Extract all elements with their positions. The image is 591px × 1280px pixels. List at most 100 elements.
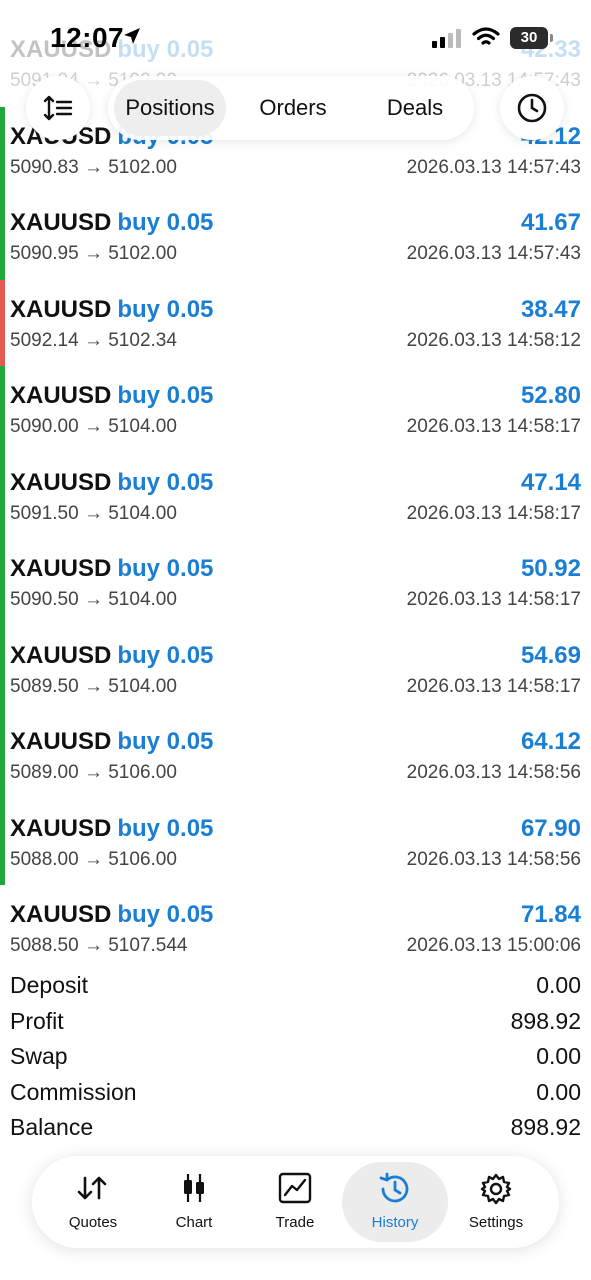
deal-side: buy 0.05 [117, 555, 214, 582]
summary-value: 898.92 [510, 1007, 581, 1034]
profit-indicator-bar [0, 712, 5, 799]
tab-switcher: Positions Orders Deals [108, 76, 474, 140]
loss-indicator-bar [0, 279, 5, 366]
summary-balance: Balance 898.92 [0, 1112, 591, 1148]
tab-quotes[interactable]: Quotes [40, 1162, 146, 1242]
deal-row[interactable]: XAUUSD buy 0.05 5089.00 → 5106.00 64.12 2… [0, 712, 591, 799]
profit-indicator-bar [0, 193, 5, 280]
deal-title: XAUUSDbuy 0.05 [10, 382, 213, 410]
summary-commission: Commission 0.00 [0, 1077, 591, 1113]
deal-time: 2026.03.13 14:58:56 [406, 762, 581, 783]
tab-orders[interactable]: Orders [236, 80, 350, 136]
deal-symbol: XAUUSD [10, 555, 112, 582]
summary-swap: Swap 0.00 [0, 1041, 591, 1077]
deal-prices: 5091.50 → 5104.00 [10, 502, 177, 524]
deal-profit: 50.92 [520, 555, 581, 582]
bottom-tab-bar: Quotes Chart Trade History Settings [32, 1156, 559, 1248]
deal-row[interactable]: XAUUSD buy 0.05 5090.50 → 5104.00 50.92 2… [0, 539, 591, 626]
deal-row[interactable]: XAUUSD buy 0.05 5091.50 → 5104.00 47.14 2… [0, 452, 591, 539]
deal-prices: 5090.50 → 5104.00 [10, 589, 177, 610]
deal-row[interactable]: XAUUSD buy 0.05 5088.50 → 5107.544 71.84 … [0, 885, 591, 972]
summary-label: Swap [10, 1043, 68, 1069]
deal-profit: 52.80 [520, 382, 581, 409]
deal-side: buy 0.05 [117, 641, 214, 669]
deal-profit: 64.12 [520, 728, 581, 755]
location-arrow-icon [124, 28, 140, 44]
tab-deals[interactable]: Deals [360, 80, 470, 136]
deal-time: 2026.03.13 14:58:17 [406, 589, 581, 610]
tab-chart[interactable]: Chart [141, 1162, 247, 1242]
summary-value: 0.00 [536, 1043, 581, 1069]
tab-history[interactable]: History [342, 1162, 448, 1242]
chart-icon [184, 1174, 204, 1202]
deal-time: 2026.03.13 14:57:43 [406, 243, 581, 264]
deal-symbol: XAUUSD [10, 901, 112, 928]
account-summary: Deposit 0.00 Profit 898.92 Swap 0.00 Commis… [0, 970, 591, 1148]
wifi-icon [472, 27, 500, 45]
tab-trade[interactable]: Trade [242, 1162, 348, 1242]
tab-settings[interactable]: Settings [443, 1162, 549, 1242]
deal-row[interactable]: XAUUSD buy 0.05 5090.00 → 5104.00 52.80 2… [0, 366, 591, 453]
deal-title: XAUUSDbuy 0.05 [10, 469, 213, 497]
deal-profit: 54.69 [520, 641, 581, 669]
deal-symbol: XAUUSD [10, 641, 112, 669]
deal-symbol: XAUUSD [10, 468, 112, 496]
deals-list[interactable]: XAUUSD buy 0.05 5091.04 → 5102.00 42.33 2… [0, 20, 591, 972]
tab-label: Quotes [68, 1214, 118, 1231]
quotes-icon [77, 1176, 107, 1200]
deal-symbol: XAUUSD [10, 209, 112, 236]
deal-prices: 5088.00 → 5106.00 [10, 848, 177, 870]
settings-icon [480, 1173, 512, 1205]
summary-deposit: Deposit 0.00 [0, 970, 591, 1006]
deal-prices: 5090.83 → 5102.00 [10, 156, 177, 178]
battery-icon: 30 [510, 27, 548, 49]
deal-prices: 5090.00 → 5104.00 [10, 416, 177, 437]
deal-profit: 47.14 [520, 468, 581, 496]
deal-prices: 5089.00 → 5106.00 [10, 762, 177, 783]
deal-profit: 67.90 [520, 814, 581, 842]
summary-profit: Profit 898.92 [0, 1006, 591, 1042]
deal-side: buy 0.05 [117, 728, 214, 755]
profit-indicator-bar [0, 885, 5, 972]
profit-indicator-bar [0, 366, 5, 453]
tab-label: Settings [468, 1214, 524, 1231]
deal-prices: 5090.95 → 5102.00 [10, 243, 177, 264]
status-bar: 12:07 30 [0, 0, 591, 72]
deal-title: XAUUSDbuy 0.05 [10, 728, 213, 756]
deal-profit: 38.47 [520, 295, 581, 323]
period-button[interactable] [500, 76, 564, 140]
cellular-signal-icon [432, 29, 461, 48]
battery-cap [550, 34, 553, 42]
deal-time: 2026.03.13 14:58:12 [406, 329, 581, 351]
deal-time: 2026.03.13 14:58:56 [406, 848, 581, 870]
deal-symbol: XAUUSD [10, 382, 112, 409]
deal-title: XAUUSDbuy 0.05 [10, 555, 213, 583]
top-toolbar: Positions Orders Deals [0, 72, 591, 146]
deal-row[interactable]: XAUUSD buy 0.05 5089.50 → 5104.00 54.69 2… [0, 625, 591, 712]
deal-prices: 5089.50 → 5104.00 [10, 675, 177, 697]
summary-value: 0.00 [536, 972, 581, 998]
summary-label: Profit [10, 1007, 64, 1034]
deal-row[interactable]: XAUUSD buy 0.05 5090.95 → 5102.00 41.67 2… [0, 193, 591, 280]
deal-title: XAUUSDbuy 0.05 [10, 209, 213, 237]
deal-row[interactable]: XAUUSD buy 0.05 5092.14 → 5102.34 38.47 2… [0, 279, 591, 366]
deal-side: buy 0.05 [117, 814, 214, 842]
deal-title: XAUUSDbuy 0.05 [10, 296, 213, 324]
summary-label: Balance [10, 1114, 94, 1140]
deal-time: 2026.03.13 15:00:06 [406, 935, 581, 956]
deal-symbol: XAUUSD [10, 814, 112, 842]
tab-positions[interactable]: Positions [114, 80, 226, 136]
tab-label: Chart [175, 1214, 213, 1231]
deal-side: buy 0.05 [117, 209, 214, 236]
deal-side: buy 0.05 [117, 295, 214, 323]
deal-row[interactable]: XAUUSD buy 0.05 5088.00 → 5106.00 67.90 2… [0, 798, 591, 885]
deal-symbol: XAUUSD [10, 728, 112, 755]
deal-title: XAUUSDbuy 0.05 [10, 815, 213, 843]
trade-icon [278, 1172, 312, 1204]
profit-indicator-bar [0, 452, 5, 539]
deal-time: 2026.03.13 14:58:17 [406, 416, 581, 437]
deal-title: XAUUSDbuy 0.05 [10, 642, 213, 670]
tab-label: Trade [275, 1214, 315, 1231]
profit-indicator-bar [0, 625, 5, 712]
sort-button[interactable] [26, 76, 90, 140]
